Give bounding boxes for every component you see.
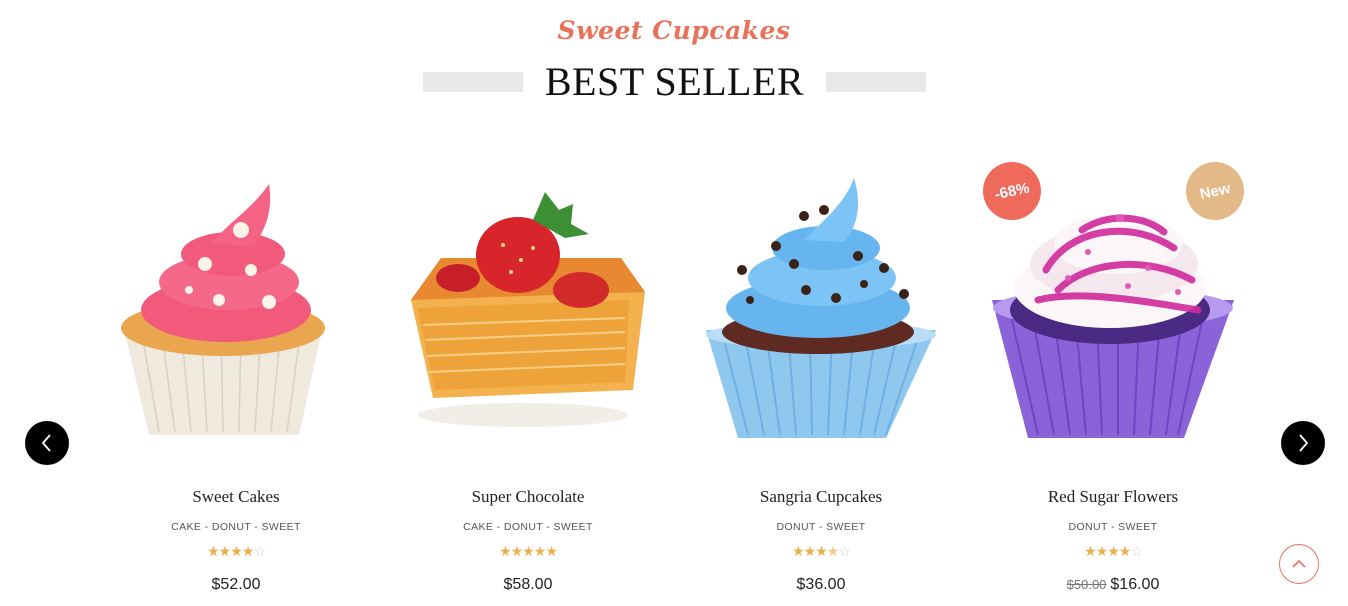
star-full-icon: ★ [1107,543,1120,559]
product-card[interactable]: Sweet Cakes CAKE - DONUT - SWEET ★★★★☆ $… [101,160,371,606]
product-card[interactable]: Red Sugar Flowers DONUT - SWEET ★★★★☆ $5… [978,160,1248,606]
carousel-prev-button[interactable] [25,421,69,465]
product-name[interactable]: Super Chocolate [393,487,663,507]
product-categories[interactable]: CAKE - DONUT - SWEET [101,521,371,533]
star-full-icon: ★ [241,543,255,559]
product-name[interactable]: Red Sugar Flowers [978,487,1248,507]
product-price: $58.00 [503,576,553,593]
star-full-icon: ★ [230,543,243,559]
product-old-price: $50.00 [1066,577,1107,592]
product-price-row: $52.00 [101,576,371,594]
product-image-sweet-cakes[interactable] [101,160,371,450]
star-full-icon: ★ [1084,543,1097,559]
product-rating: ★★★★☆ [101,542,371,560]
product-price-row: $50.00 $16.00 [978,576,1248,594]
product-card[interactable]: Super Chocolate CAKE - DONUT - SWEET ★★★… [393,160,663,606]
star-full-icon: ★ [533,543,547,559]
product-price-row: $58.00 [393,576,663,594]
star-full-icon: ★ [218,543,232,559]
section-title: BEST SELLER [544,59,805,104]
product-categories[interactable]: DONUT - SWEET [978,521,1248,533]
carousel-next-button[interactable] [1281,421,1325,465]
product-price-row: $36.00 [686,576,956,594]
title-row: BEST SELLER [0,58,1348,104]
product-rating: ★★★★☆ [686,542,956,560]
product-rating: ★★★★★ [393,542,663,560]
star-full-icon: ★ [510,543,524,559]
product-price: $36.00 [796,576,846,593]
section-header: Sweet Cupcakes BEST SELLER [0,0,1348,120]
star-empty-icon: ☆ [1130,543,1143,559]
star-full-icon: ★ [207,543,220,559]
star-empty-icon: ☆ [838,543,851,559]
product-categories[interactable]: CAKE - DONUT - SWEET [393,521,663,533]
star-full-icon: ★ [522,543,535,559]
star-full-icon: ★ [545,543,558,559]
product-rating: ★★★★☆ [978,542,1248,560]
chevron-up-icon [1292,559,1306,568]
chevron-right-icon [1299,434,1309,452]
product-image-super-chocolate[interactable] [393,160,663,450]
star-full-icon: ★ [499,543,512,559]
star-full-icon: ★ [1095,543,1109,559]
product-name[interactable]: Sweet Cakes [101,487,371,507]
star-full-icon: ★ [792,543,805,559]
star-full-icon: ★ [815,543,828,559]
chevron-left-icon [41,434,51,452]
scroll-to-top-button[interactable] [1279,544,1319,584]
product-card[interactable]: Sangria Cupcakes DONUT - SWEET ★★★★☆ $36… [686,160,956,606]
product-price: $52.00 [211,576,261,593]
product-price: $16.00 [1110,576,1160,593]
star-full-icon: ★ [1118,543,1132,559]
star-half-icon: ★ [826,543,840,559]
star-empty-icon: ☆ [253,543,266,559]
title-divider-right [826,72,926,92]
section-kicker: Sweet Cupcakes [557,16,791,45]
star-full-icon: ★ [803,543,817,559]
product-name[interactable]: Sangria Cupcakes [686,487,956,507]
product-categories[interactable]: DONUT - SWEET [686,521,956,533]
product-image-sangria-cupcakes[interactable] [686,160,956,450]
title-divider-left [423,72,523,92]
